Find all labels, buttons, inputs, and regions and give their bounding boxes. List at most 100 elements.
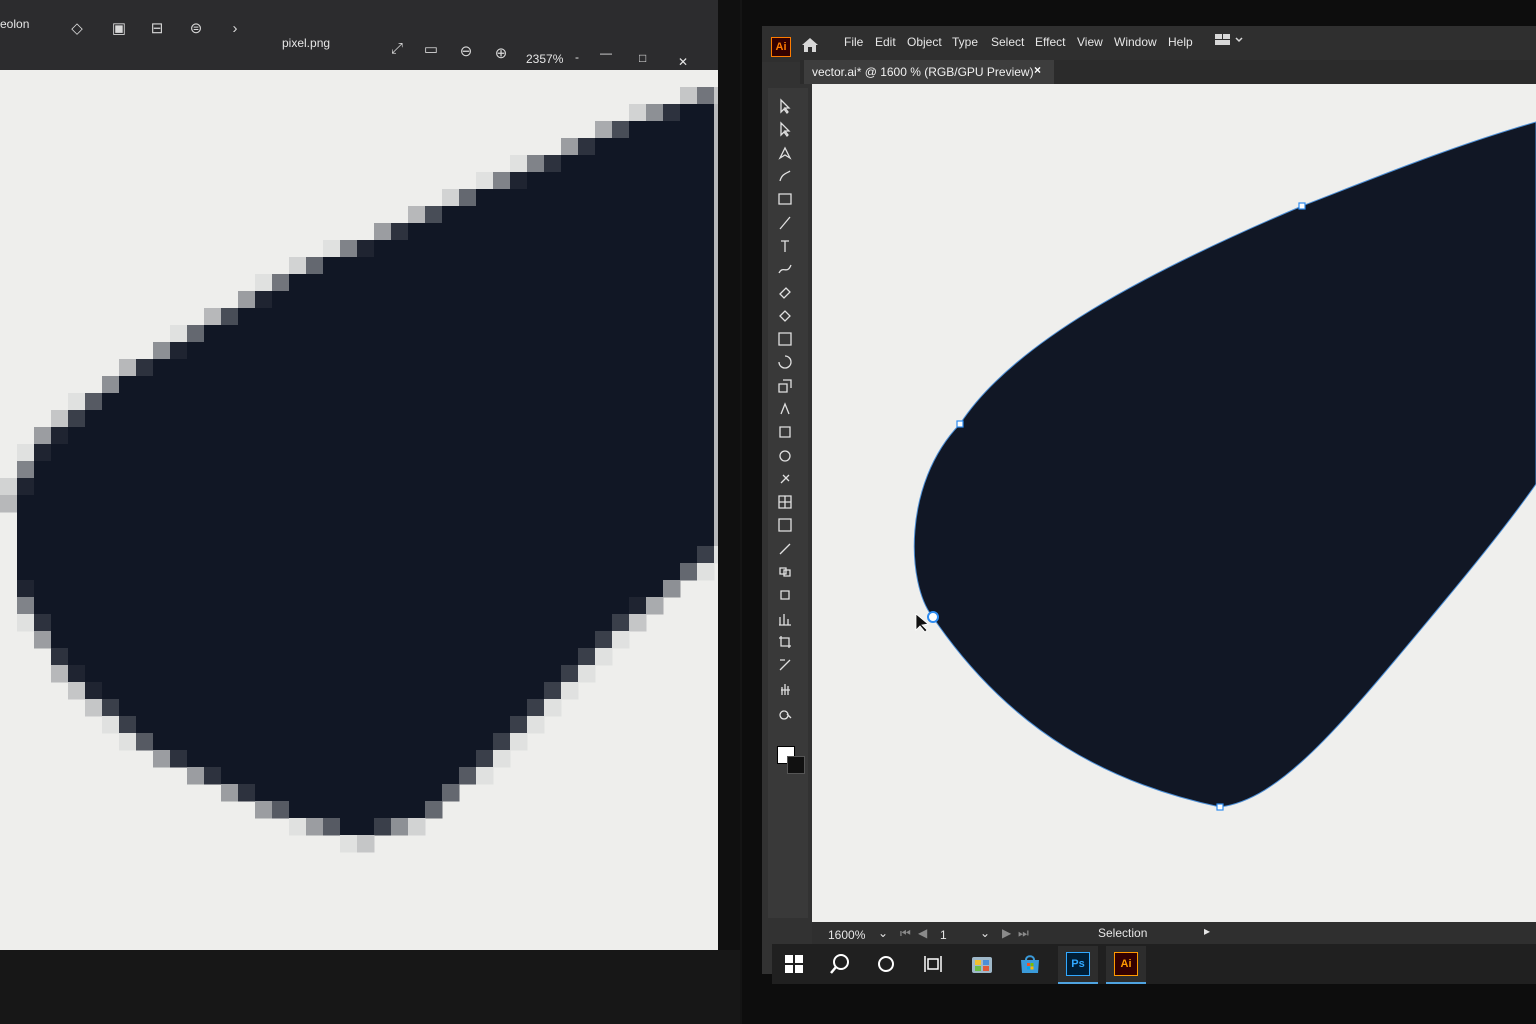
image-pixel (323, 393, 341, 411)
minimize-button[interactable]: — (600, 46, 612, 60)
menu-object[interactable]: Object (907, 35, 942, 49)
zoom-in-icon[interactable]: ⊕ (490, 43, 512, 65)
anchor-point[interactable] (1298, 202, 1306, 210)
edit-icon[interactable]: ⊜ (185, 18, 207, 40)
menu-edit[interactable]: Edit (875, 35, 896, 49)
image-pixel (374, 631, 392, 649)
artboard-canvas[interactable] (812, 84, 1536, 924)
last-artboard-icon[interactable]: ⏭ (1018, 926, 1029, 941)
rectangle-tool-icon[interactable] (774, 190, 796, 208)
close-button[interactable]: ✕ (678, 55, 688, 69)
menu-file[interactable]: File (844, 35, 863, 49)
image-pixel (255, 750, 273, 768)
pen-tool-icon[interactable] (774, 144, 796, 162)
zoom-dropdown[interactable]: - (575, 50, 579, 64)
tag-icon[interactable]: ◇ (66, 18, 88, 40)
illustrator-taskbar-button[interactable]: Ai (1106, 946, 1146, 984)
windows-start-button[interactable] (774, 946, 814, 982)
selected-path[interactable] (913, 121, 1536, 808)
paintbrush-tool-icon[interactable] (774, 214, 796, 232)
image-pixel (493, 393, 511, 411)
lasso-tool-icon[interactable] (774, 447, 796, 465)
free-transform-tool-icon[interactable] (774, 423, 796, 441)
gradient-tool-icon[interactable] (774, 330, 796, 348)
vector-shape[interactable] (812, 84, 1536, 924)
puppet-warp-tool-icon[interactable] (774, 400, 796, 418)
actual-size-icon[interactable]: ▭ (420, 39, 442, 61)
direct-selection-tool-icon[interactable] (774, 120, 796, 138)
workspace-switcher-icon[interactable] (1214, 32, 1244, 48)
anchor-point[interactable] (956, 420, 964, 428)
image-pixel (170, 699, 188, 717)
image-pixel (476, 223, 494, 241)
image-pixel (510, 648, 528, 666)
image-pixel (374, 648, 392, 666)
symbol-sprayer-tool-icon[interactable] (774, 470, 796, 488)
image-pixel (357, 648, 375, 666)
mesh-tool-icon[interactable] (774, 493, 796, 511)
taskbar-search-button[interactable] (820, 946, 860, 982)
store-button[interactable] (1010, 946, 1050, 982)
first-artboard-icon[interactable]: ⏮ (900, 926, 911, 941)
menu-help[interactable]: Help (1168, 35, 1193, 49)
image-pixel (510, 461, 528, 479)
image-pixel (153, 580, 171, 598)
file-explorer-button[interactable] (962, 946, 1002, 982)
chevron-right-icon[interactable]: › (224, 18, 246, 40)
eraser-tool-icon[interactable] (774, 283, 796, 301)
image-pixel (680, 87, 698, 105)
image-pixel (391, 376, 409, 394)
shaper-tool-icon[interactable] (774, 260, 796, 278)
rotate-tool-icon[interactable] (774, 353, 796, 371)
chevron-down-icon[interactable]: ⌄ (878, 926, 888, 940)
menu-view[interactable]: View (1077, 35, 1103, 49)
image-pixel (221, 750, 239, 768)
curvature-tool-icon[interactable] (774, 167, 796, 185)
fit-to-window-icon[interactable]: ⤢ (386, 38, 408, 60)
task-view-button[interactable] (913, 946, 953, 982)
stroke-swatch[interactable] (787, 756, 805, 774)
symbol-tool-icon[interactable] (774, 586, 796, 604)
image-pixel (374, 410, 392, 428)
selection-tool-icon[interactable] (774, 97, 796, 115)
anchor-point[interactable] (1216, 803, 1224, 811)
document-tab-close-button[interactable]: × (1034, 63, 1041, 77)
image-pixel (595, 563, 613, 581)
scale-tool-icon[interactable] (774, 377, 796, 395)
hand-tool-icon[interactable] (774, 680, 796, 698)
menu-select[interactable]: Select (991, 35, 1024, 49)
cortana-button[interactable] (866, 946, 906, 982)
image-pixel (289, 716, 307, 734)
menu-type[interactable]: Type (952, 35, 978, 49)
slice-tool-icon[interactable] (774, 656, 796, 674)
gallery-icon[interactable]: ▣ (108, 18, 130, 40)
artboard-number[interactable]: 1 (940, 928, 947, 942)
maximize-button[interactable]: □ (639, 51, 646, 65)
type-tool-icon[interactable] (774, 237, 796, 255)
photoshop-taskbar-button[interactable]: Ps (1058, 946, 1098, 984)
shape-builder-tool-icon[interactable] (774, 307, 796, 325)
menu-window[interactable]: Window (1114, 35, 1157, 49)
blend-tool-icon[interactable] (774, 563, 796, 581)
eyedropper-tool-icon[interactable] (774, 540, 796, 558)
image-pixel (697, 138, 715, 156)
image-pixel (306, 546, 324, 564)
zoom-tool-icon[interactable] (774, 703, 796, 721)
status-menu-arrow-icon[interactable]: ▸ (1204, 924, 1210, 938)
previous-artboard-icon[interactable]: ◀ (918, 926, 927, 940)
image-pixel (425, 699, 443, 717)
zoom-select[interactable]: 1600% (828, 928, 865, 942)
image-pixel (425, 410, 443, 428)
zoom-out-icon[interactable]: ⊖ (455, 41, 477, 63)
menu-effect[interactable]: Effect (1035, 35, 1065, 49)
print-icon[interactable]: ⊟ (146, 18, 168, 40)
hovered-anchor-point[interactable] (927, 611, 939, 623)
graph-tool-icon[interactable] (774, 610, 796, 628)
next-artboard-icon[interactable]: ▶ (1002, 926, 1011, 940)
artboard-tool-icon[interactable] (774, 633, 796, 651)
home-icon[interactable] (800, 35, 820, 55)
image-pixel (459, 733, 477, 751)
chevron-down-icon[interactable]: ⌄ (980, 926, 990, 940)
gradient-swatch-tool-icon[interactable] (774, 516, 796, 534)
image-pixel (85, 563, 103, 581)
